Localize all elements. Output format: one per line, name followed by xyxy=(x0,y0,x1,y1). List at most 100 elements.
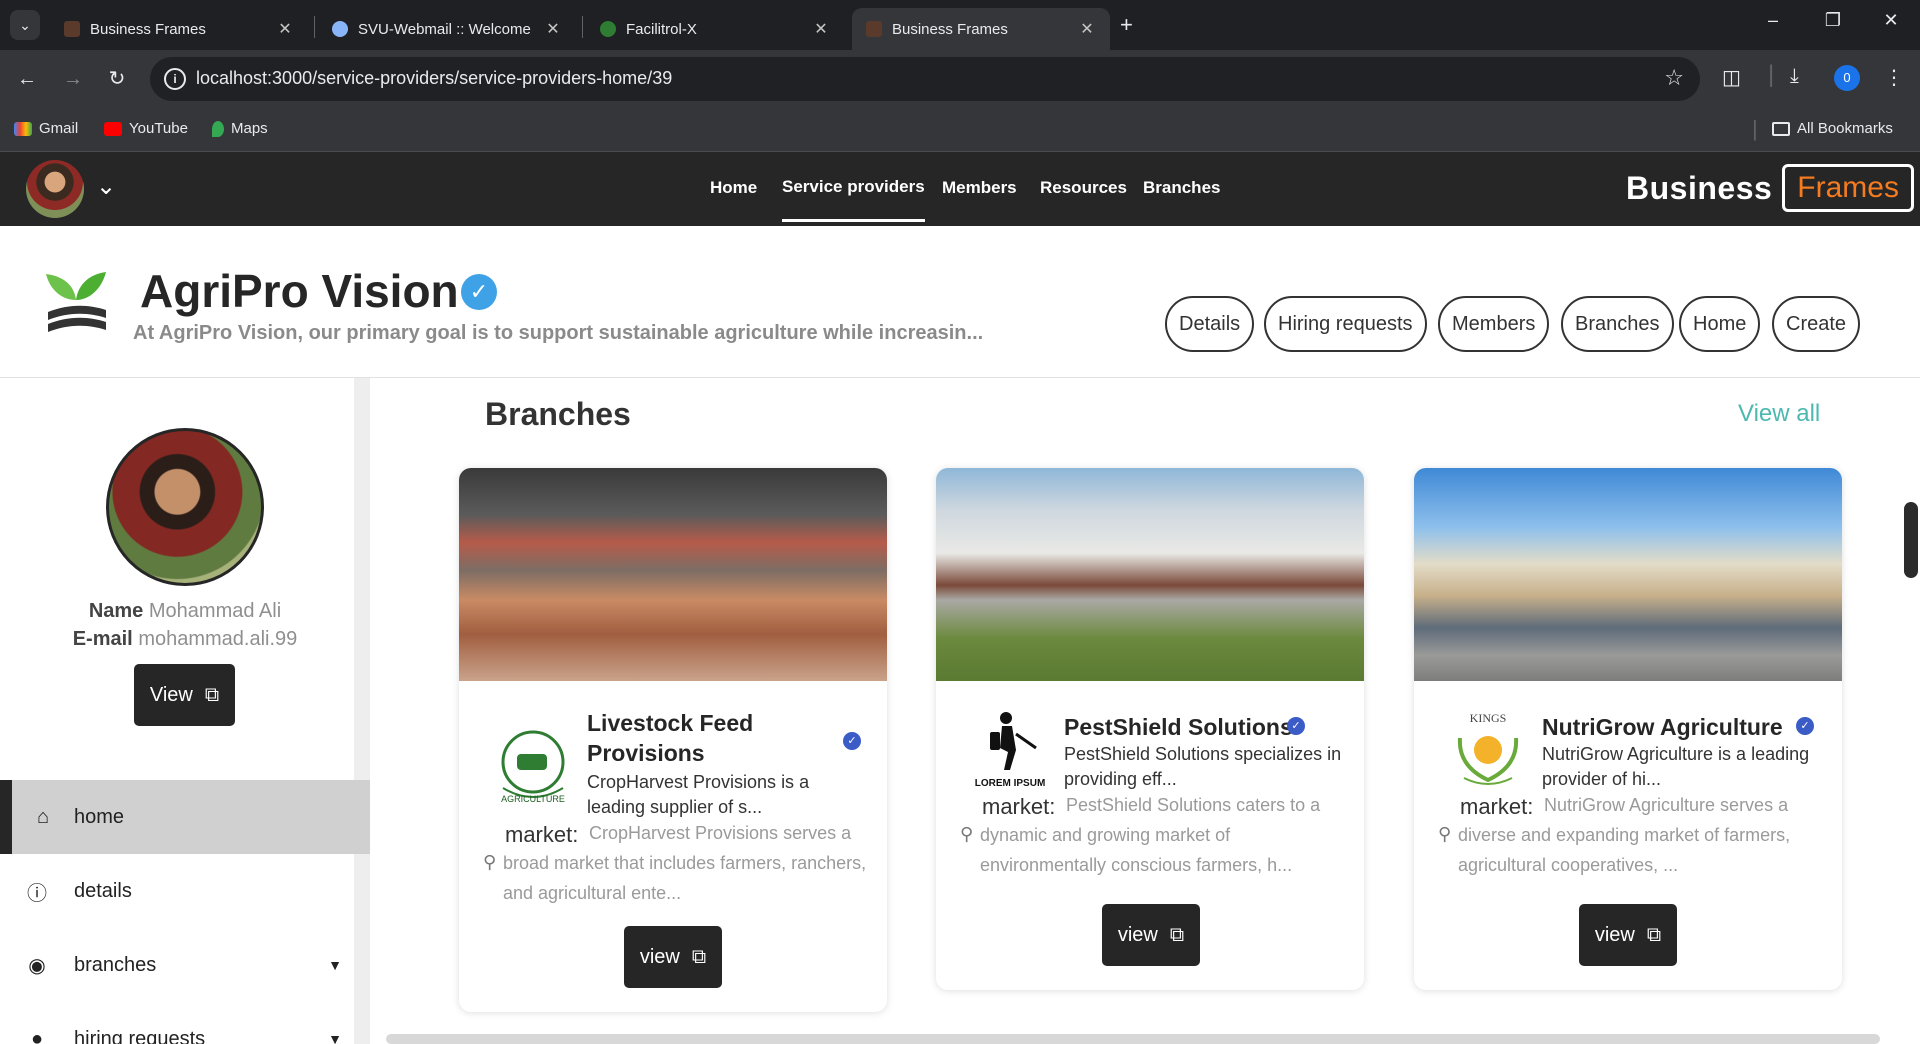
home-button[interactable]: Home xyxy=(1679,296,1761,352)
branch-card: LOREM IPSUM PestShield Solutions ✓ PestS… xyxy=(936,468,1364,990)
new-tab-plus-icon[interactable]: + xyxy=(1120,12,1133,38)
bookmark-label: YouTube xyxy=(129,120,188,137)
browser-tab[interactable]: Business Frames ✕ xyxy=(50,8,308,50)
close-icon[interactable]: ✕ xyxy=(1078,19,1096,39)
view-profile-button[interactable]: View ⧉ xyxy=(134,664,235,726)
branch-title: PestShield Solutions xyxy=(1064,714,1293,740)
bookmark-gmail[interactable]: Gmail xyxy=(14,120,78,137)
profile-avatar-icon[interactable]: 0 xyxy=(1834,65,1860,91)
name-value: Mohammad Ali xyxy=(148,600,282,622)
restore-icon[interactable]: ❐ xyxy=(1818,10,1848,31)
branch-view-button[interactable]: view ⧉ xyxy=(1102,904,1200,966)
address-bar[interactable]: i localhost:3000/service-providers/servi… xyxy=(150,57,1700,101)
reload-icon[interactable]: ↻ xyxy=(102,64,132,94)
create-button[interactable]: Create xyxy=(1772,296,1861,352)
tab-title: Facilitrol-X xyxy=(626,20,697,38)
main-content: Branches View all AGRICULTURE Livestock … xyxy=(386,378,1920,1044)
browser-toolbar: ← → ↻ i localhost:3000/service-providers… xyxy=(0,50,1920,108)
tab-separator xyxy=(582,16,583,38)
nav-link-resources[interactable]: Resources xyxy=(1040,178,1127,198)
branch-view-button[interactable]: view ⧉ xyxy=(1579,904,1677,966)
user-avatar[interactable] xyxy=(26,160,84,218)
folder-icon xyxy=(1772,121,1790,136)
location-pin-icon: ⚲ xyxy=(960,824,974,844)
location-pin-icon: ⚲ xyxy=(483,852,497,872)
bookmark-star-icon[interactable]: ☆ xyxy=(1664,65,1684,91)
external-link-icon: ⧉ xyxy=(1646,923,1662,946)
caret-down-icon: ▼ xyxy=(328,957,342,973)
profile-photo xyxy=(106,428,264,586)
back-arrow-icon[interactable]: ← xyxy=(12,64,42,94)
window-close-icon[interactable]: ✕ xyxy=(1876,10,1906,31)
view-all-link[interactable]: View all xyxy=(1738,400,1820,428)
all-bookmarks[interactable]: All Bookmarks xyxy=(1772,120,1893,137)
logo-text: AGRICULTURE xyxy=(501,794,565,804)
tab-title: Business Frames xyxy=(90,20,206,38)
more-menu-icon[interactable]: ⋮ xyxy=(1884,65,1904,90)
nav-link-home[interactable]: Home xyxy=(710,178,757,198)
browser-tab[interactable]: Facilitrol-X ✕ xyxy=(586,8,844,50)
download-icon[interactable]: ⤓ xyxy=(1790,65,1799,88)
verified-check-icon: ✓ xyxy=(1287,717,1305,735)
minimize-icon[interactable]: – xyxy=(1758,10,1788,31)
sidebar-item-home[interactable]: ⌂ home xyxy=(0,780,370,854)
close-icon[interactable]: ✕ xyxy=(276,19,294,39)
view-label: view xyxy=(639,945,680,968)
branch-description: PestShield Solutions specializes in prov… xyxy=(1064,744,1342,789)
home-icon: ⌂ xyxy=(36,805,50,828)
email-value: mohammad.ali.99 xyxy=(138,628,298,650)
sprout-logo-icon xyxy=(46,272,106,332)
bookmark-maps[interactable]: Maps xyxy=(212,120,268,137)
external-link-icon: ⧉ xyxy=(1169,923,1185,946)
info-icon: ⓘ xyxy=(27,882,47,905)
profile-name-line: Name Mohammad Ali xyxy=(0,600,370,623)
app-navbar: ⌄ Home Service providers Members Resourc… xyxy=(0,152,1920,226)
close-icon[interactable]: ✕ xyxy=(544,19,562,39)
site-info-icon[interactable]: i xyxy=(164,68,186,90)
branch-view-button[interactable]: view ⧉ xyxy=(624,926,722,988)
youtube-icon xyxy=(104,121,122,136)
company-header: AgriPro Vision ✓ At AgriPro Vision, our … xyxy=(0,226,1920,378)
external-link-icon: ⧉ xyxy=(691,945,707,968)
browser-tab-active[interactable]: Business Frames ✕ xyxy=(852,8,1110,50)
market-text: CropHarvest Provisions serves a broad ma… xyxy=(503,823,867,903)
horizontal-scrollbar[interactable] xyxy=(386,1034,1880,1044)
bookmark-youtube[interactable]: YouTube xyxy=(104,120,188,137)
nav-link-service-providers[interactable]: Service providers xyxy=(782,177,925,222)
verified-check-icon: ✓ xyxy=(1796,717,1814,735)
url-text[interactable]: localhost:3000/service-providers/service… xyxy=(196,68,672,89)
forward-arrow-icon[interactable]: → xyxy=(58,64,88,94)
view-label: view xyxy=(1117,923,1158,946)
close-icon[interactable]: ✕ xyxy=(812,19,830,39)
nav-link-branches[interactable]: Branches xyxy=(1143,178,1220,198)
brand-logo[interactable]: Business Frames xyxy=(1626,164,1914,212)
bookmark-label: Gmail xyxy=(39,120,79,137)
members-button[interactable]: Members xyxy=(1438,296,1550,352)
details-button[interactable]: Details xyxy=(1165,296,1255,352)
business-frames-favicon-icon xyxy=(64,21,80,37)
sidebar-item-branches[interactable]: ◉ branches ▼ xyxy=(0,928,370,1002)
browser-tab-bar: ⌄ Business Frames ✕ SVU-Webmail :: Welco… xyxy=(0,0,1920,50)
sidebar-item-hiring-requests[interactable]: ● hiring requests ▼ xyxy=(0,1002,370,1044)
webmail-favicon-icon xyxy=(332,21,348,37)
tab-search-button[interactable]: ⌄ xyxy=(10,10,40,40)
pest-control-logo-icon: LOREM IPSUM xyxy=(975,712,1046,789)
nav-link-members[interactable]: Members xyxy=(942,178,1017,198)
branch-photo xyxy=(1414,468,1842,681)
hiring-requests-button[interactable]: Hiring requests xyxy=(1264,296,1427,352)
branches-button[interactable]: Branches xyxy=(1561,296,1674,352)
view-label: view xyxy=(1594,923,1635,946)
extensions-puzzle-icon[interactable]: ◫ xyxy=(1722,65,1741,90)
sidebar-item-details[interactable]: ⓘ details xyxy=(0,854,370,928)
sidebar-item-label: branches xyxy=(74,953,157,976)
location-pin-icon: ⚲ xyxy=(1438,824,1452,844)
chevron-down-icon[interactable]: ⌄ xyxy=(96,172,116,201)
browser-tab[interactable]: SVU-Webmail :: Welcome ✕ xyxy=(318,8,576,50)
verified-check-icon: ✓ xyxy=(843,732,861,750)
vertical-scrollbar-thumb[interactable] xyxy=(1904,502,1918,578)
gmail-icon xyxy=(14,121,32,136)
branch-card: AGRICULTURE Livestock Feed Provisions ✓ … xyxy=(459,468,887,1012)
branch-photo xyxy=(936,468,1364,681)
logo-text: LOREM IPSUM xyxy=(975,778,1046,789)
agriculture-logo-icon: AGRICULTURE xyxy=(501,730,565,804)
